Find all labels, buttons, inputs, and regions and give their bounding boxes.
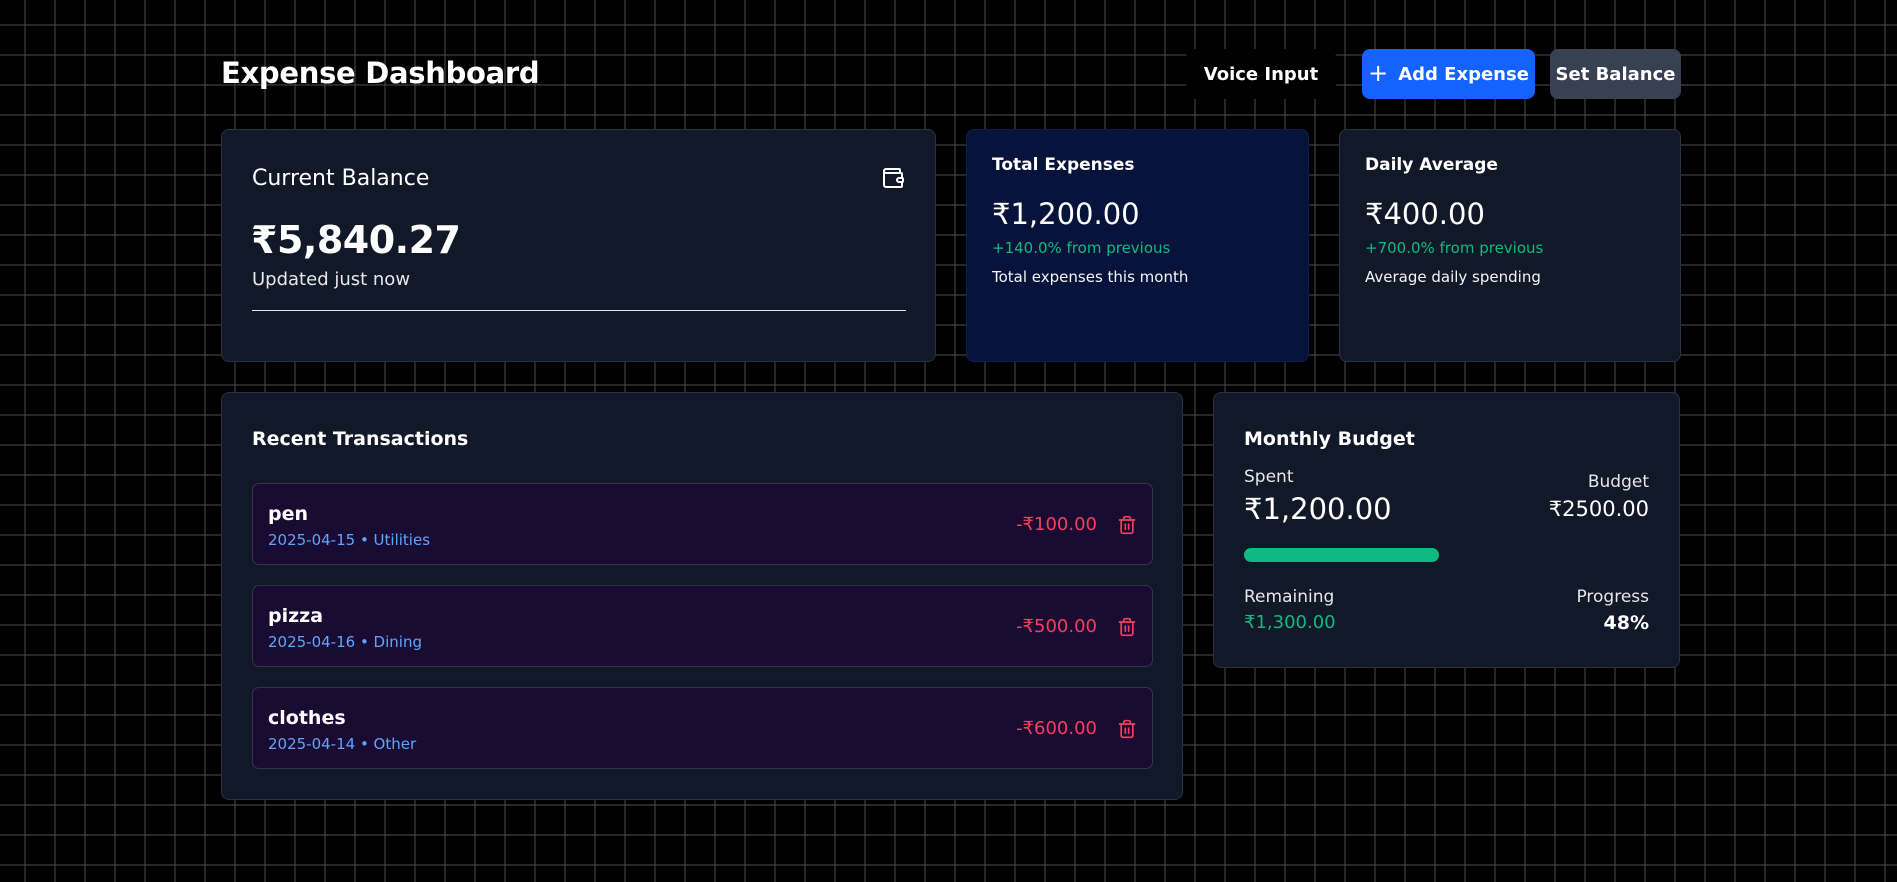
transaction-name: pen <box>268 503 309 525</box>
spent-label: Spent <box>1244 467 1294 487</box>
add-expense-button[interactable]: + Add Expense <box>1362 49 1535 99</box>
daily-average-amount: ₹400.00 <box>1365 197 1485 231</box>
header: Expense Dashboard Voice Input + Add Expe… <box>221 48 1681 100</box>
transaction-amount: -₹100.00 <box>1016 514 1097 535</box>
budget-amount: ₹2500.00 <box>1548 497 1649 521</box>
transaction-name: clothes <box>268 707 346 729</box>
monthly-budget-card: Monthly Budget Spent ₹1,200.00 Budget ₹2… <box>1213 392 1680 668</box>
balance-card: Current Balance ₹5,840.27 Updated just n… <box>221 129 936 362</box>
daily-average-title: Daily Average <box>1365 155 1498 175</box>
transaction-row: pizza 2025-04-16 • Dining -₹500.00 <box>252 585 1153 667</box>
daily-average-change: +700.0% from previous <box>1365 239 1544 257</box>
progress-label: Progress <box>1576 587 1649 607</box>
trash-icon[interactable] <box>1117 514 1137 536</box>
remaining-amount: ₹1,300.00 <box>1244 612 1336 633</box>
daily-average-card: Daily Average ₹400.00 +700.0% from previ… <box>1339 129 1681 362</box>
voice-input-button[interactable]: Voice Input <box>1186 49 1336 99</box>
daily-average-subtitle: Average daily spending <box>1365 268 1541 286</box>
total-expenses-amount: ₹1,200.00 <box>992 197 1140 231</box>
transaction-amount: -₹600.00 <box>1016 718 1097 739</box>
remaining-label: Remaining <box>1244 587 1335 607</box>
transaction-row: pen 2025-04-15 • Utilities -₹100.00 <box>252 483 1153 565</box>
transactions-title: Recent Transactions <box>252 428 469 450</box>
trash-icon[interactable] <box>1117 616 1137 638</box>
budget-progress-bar <box>1244 548 1650 562</box>
total-expenses-title: Total Expenses <box>992 155 1135 175</box>
trash-icon[interactable] <box>1117 718 1137 740</box>
transaction-amount: -₹500.00 <box>1016 616 1097 637</box>
divider <box>252 310 906 311</box>
balance-updated: Updated just now <box>252 269 411 290</box>
balance-title: Current Balance <box>252 166 430 191</box>
transaction-meta: 2025-04-16 • Dining <box>268 633 422 651</box>
transaction-meta: 2025-04-14 • Other <box>268 735 417 753</box>
set-balance-button[interactable]: Set Balance <box>1550 49 1681 99</box>
plus-icon: + <box>1368 58 1389 87</box>
transaction-row: clothes 2025-04-14 • Other -₹600.00 <box>252 687 1153 769</box>
balance-amount: ₹5,840.27 <box>251 218 461 262</box>
wallet-icon <box>883 168 904 188</box>
transaction-name: pizza <box>268 605 324 627</box>
page-title: Expense Dashboard <box>221 56 540 90</box>
total-expenses-subtitle: Total expenses this month <box>992 268 1189 286</box>
budget-label: Budget <box>1587 472 1649 492</box>
total-expenses-change: +140.0% from previous <box>992 239 1171 257</box>
total-expenses-card: Total Expenses ₹1,200.00 +140.0% from pr… <box>966 129 1309 362</box>
add-expense-label: Add Expense <box>1398 63 1529 85</box>
spent-amount: ₹1,200.00 <box>1244 492 1392 526</box>
transaction-meta: 2025-04-15 • Utilities <box>268 531 431 549</box>
budget-title: Monthly Budget <box>1244 428 1415 450</box>
budget-progress-fill <box>1244 548 1439 562</box>
progress-value: 48% <box>1603 612 1649 634</box>
recent-transactions-card: Recent Transactions pen 2025-04-15 • Uti… <box>221 392 1183 800</box>
